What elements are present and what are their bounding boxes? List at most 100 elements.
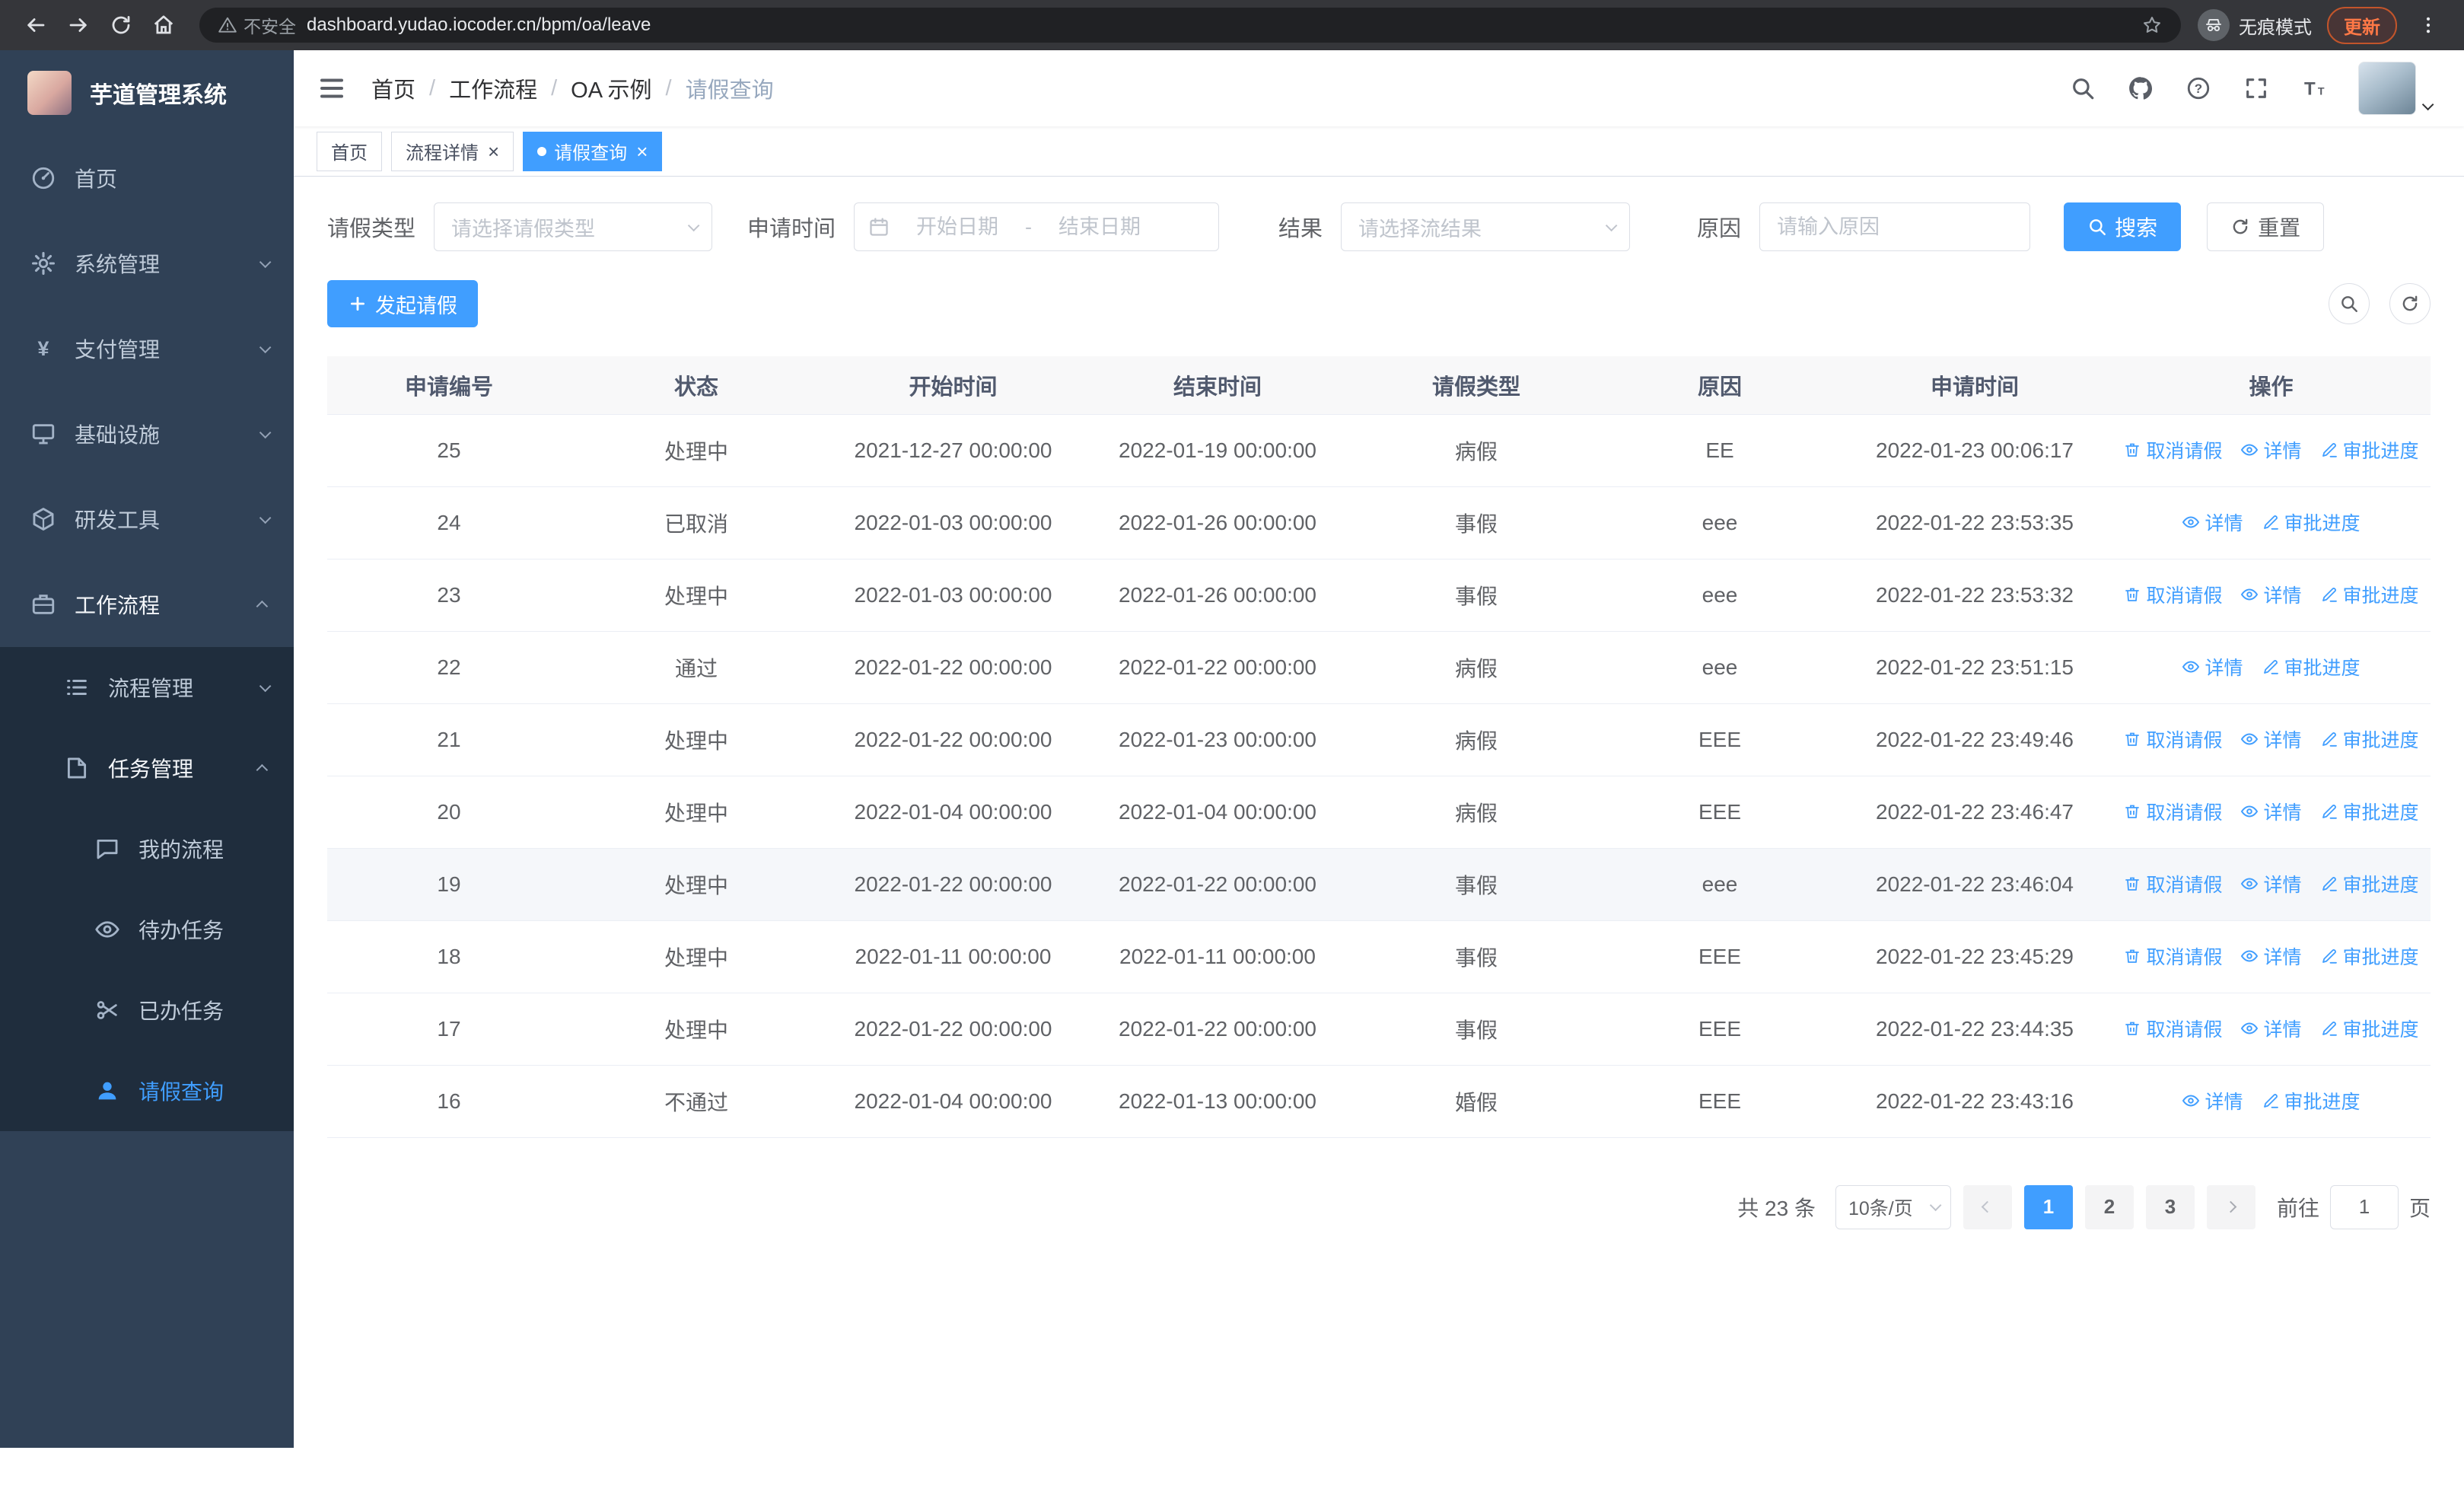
trash-icon [2123,441,2141,459]
sidebar-item-task-management[interactable]: 任务管理 [0,728,294,808]
progress-action-link[interactable]: 审批进度 [2320,581,2419,608]
result-placeholder: 请选择流结果 [1358,217,1482,241]
table-row: 25 处理中 2021-12-27 00:00:00 2022-01-19 00:00… [327,414,2431,487]
detail-action-link[interactable]: 详情 [2240,942,2302,970]
create-leave-button[interactable]: 发起请假 [327,280,478,327]
fullscreen-icon[interactable] [2243,75,2270,102]
refresh-table-button[interactable] [2389,283,2431,324]
cell-start-time: 2022-01-22 00:00:00 [822,848,1084,921]
breadcrumb-item[interactable]: 工作流程 [449,72,537,104]
cancel-action-link[interactable]: 取消请假 [2123,798,2222,825]
goto-page-input[interactable] [2329,1184,2399,1229]
progress-action-link[interactable]: 审批进度 [2262,1087,2361,1114]
security-status[interactable]: 不安全 [218,12,296,38]
column-header: 请假类型 [1351,356,1602,415]
end-date-input[interactable] [1039,215,1160,239]
cell-apply-id: 25 [327,414,571,487]
font-size-icon[interactable]: TT [2300,75,2328,102]
tab-process-detail[interactable]: 流程详情 × [391,131,514,171]
help-icon[interactable]: ? [2185,75,2212,102]
task-icon [64,755,90,781]
home-button[interactable] [145,6,183,44]
prev-page-button[interactable] [1963,1184,2012,1229]
breadcrumb-item[interactable]: OA 示例 [571,72,651,104]
progress-action-link[interactable]: 审批进度 [2320,942,2419,970]
sidebar-menu: 首页 系统管理 ¥ 支付管理 基础设施研发工具工作流程 流程管理 任务管理 我的流程 待办任务已… [0,135,294,1131]
sidebar-item-home[interactable]: 首页 [0,135,294,221]
cancel-action-link[interactable]: 取消请假 [2123,725,2222,753]
sidebar-item-my-process[interactable]: 我的流程 [0,808,294,889]
cell-leave-type: 事假 [1351,848,1602,921]
next-page-button[interactable] [2206,1184,2255,1229]
cancel-action-link[interactable]: 取消请假 [2123,870,2222,897]
breadcrumb-separator: / [551,75,558,100]
back-button[interactable] [17,6,55,44]
detail-action-link[interactable]: 详情 [2182,653,2243,681]
app-logo[interactable]: 芋道管理系统 [0,50,294,135]
progress-action-link[interactable]: 审批进度 [2320,1015,2419,1042]
sidebar-item-payment-management[interactable]: ¥ 支付管理 [0,306,294,391]
cancel-action-link[interactable]: 取消请假 [2123,1015,2222,1042]
browser-menu-button[interactable] [2409,6,2447,44]
sidebar-item-todo-tasks[interactable]: 待办任务 [0,889,294,970]
result-select[interactable]: 请选择流结果 [1341,202,1631,251]
detail-action-link[interactable]: 详情 [2240,581,2302,608]
progress-action-link[interactable]: 审批进度 [2320,725,2419,753]
detail-action-link[interactable]: 详情 [2240,725,2302,753]
cancel-action-link[interactable]: 取消请假 [2123,436,2222,464]
sidebar-item-workflow[interactable]: 工作流程 [0,562,294,647]
cancel-action-link[interactable]: 取消请假 [2123,581,2222,608]
sidebar-item-leave-query[interactable]: 请假查询 [0,1050,294,1131]
url-bar[interactable]: 不安全 dashboard.yudao.iocoder.cn/bpm/oa/le… [199,8,2181,43]
search-button[interactable]: 搜索 [2064,202,2182,251]
chat-icon [94,836,120,862]
reload-button[interactable] [102,6,140,44]
sidebar-item-infrastructure[interactable]: 基础设施 [0,391,294,477]
tab-leave-query[interactable]: 请假查询 × [523,131,663,171]
detail-action-link[interactable]: 详情 [2240,870,2302,897]
page-button-3[interactable]: 3 [2145,1184,2195,1229]
page-size-select[interactable]: 10条/页 [1835,1184,1951,1229]
reset-button[interactable]: 重置 [2207,202,2325,251]
search-icon[interactable] [2069,75,2096,102]
github-icon[interactable] [2127,75,2154,102]
progress-action-link[interactable]: 审批进度 [2320,436,2419,464]
tab-home[interactable]: 首页 [317,131,382,171]
sidebar-item-process-management[interactable]: 流程管理 [0,647,294,728]
sidebar-item-label: 研发工具 [75,508,161,532]
page-button-2[interactable]: 2 [2084,1184,2134,1229]
leave-type-select[interactable]: 请选择请假类型 [434,202,713,251]
detail-action-link[interactable]: 详情 [2182,508,2243,536]
progress-action-link[interactable]: 审批进度 [2262,653,2361,681]
reason-input[interactable] [1759,202,2031,251]
progress-action-link[interactable]: 审批进度 [2262,508,2361,536]
detail-action-link[interactable]: 详情 [2240,1015,2302,1042]
progress-action-link[interactable]: 审批进度 [2320,870,2419,897]
detail-action-link[interactable]: 详情 [2182,1087,2243,1114]
sidebar-toggle-button[interactable] [317,73,347,104]
column-header: 开始时间 [822,356,1084,415]
user-menu[interactable] [2358,62,2434,115]
close-icon[interactable]: × [636,142,648,161]
detail-action-link[interactable]: 详情 [2240,798,2302,825]
cancel-action-link[interactable]: 取消请假 [2123,942,2222,970]
cell-actions: 详情 审批进度 [2112,1065,2431,1138]
update-button[interactable]: 更新 [2327,6,2397,44]
forward-button[interactable] [59,6,97,44]
progress-action-link[interactable]: 审批进度 [2320,798,2419,825]
toggle-search-button[interactable] [2329,283,2370,324]
trash-icon [2123,1019,2141,1038]
close-icon[interactable]: × [488,142,499,161]
page-button-1[interactable]: 1 [2023,1184,2073,1229]
detail-action-link[interactable]: 详情 [2240,436,2302,464]
sidebar-item-done-tasks[interactable]: 已办任务 [0,970,294,1050]
start-date-input[interactable] [897,215,1018,239]
bookmark-star-icon[interactable] [2141,14,2163,36]
trash-icon [2123,802,2141,821]
sidebar-item-system-management[interactable]: 系统管理 [0,221,294,306]
apply-time-range-picker[interactable]: - [854,202,1220,251]
edit-icon [2320,1019,2338,1038]
sidebar-item-dev-tools[interactable]: 研发工具 [0,477,294,562]
svg-text:T: T [2318,86,2325,98]
breadcrumb-item[interactable]: 首页 [371,72,415,104]
